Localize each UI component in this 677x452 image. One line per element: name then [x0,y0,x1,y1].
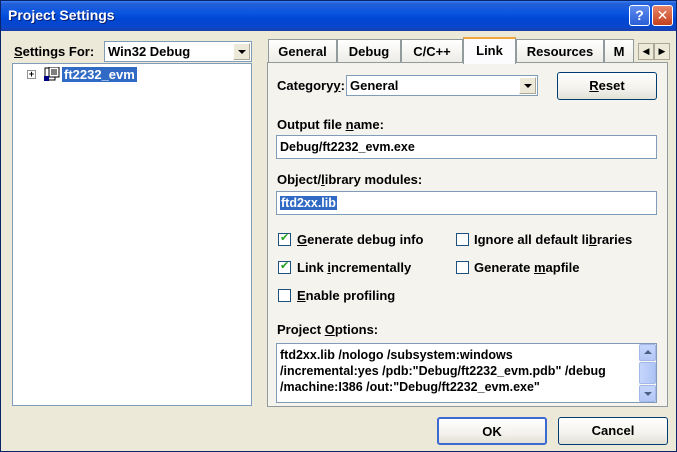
tab-more[interactable]: M [604,39,634,63]
tree-node-ft2232-evm[interactable]: ft2232_evm [62,67,137,82]
project-options-label: Project Options: [277,322,379,337]
tab-general[interactable]: General [268,39,337,63]
settings-for-label: Settings For: [14,44,95,59]
generate-mapfile-checkbox[interactable] [456,261,469,274]
tab-cpp[interactable]: C/C++ [401,39,463,63]
scroll-up-icon[interactable] [639,344,656,361]
object-modules-label: Object/library modules: [277,172,423,187]
scroll-down-icon[interactable] [639,385,656,402]
enable-profiling-checkbox[interactable] [278,289,291,302]
tree-expander-icon[interactable]: + [27,70,36,79]
ok-button[interactable]: OK [437,417,547,445]
tab-scroll-right-icon[interactable]: ▶ [654,43,670,60]
tab-link[interactable]: Link [463,37,516,64]
enable-profiling-label[interactable]: Enable profiling [297,288,395,303]
project-options-text: ftd2xx.lib /nologo /subsystem:windows/in… [280,348,606,394]
chevron-down-icon[interactable] [233,43,250,60]
title-bar[interactable]: Project Settings ? ✕ [1,1,676,31]
generate-debug-info-label[interactable]: Generate debug info [297,232,423,247]
chevron-down-icon[interactable] [519,77,536,94]
close-button[interactable]: ✕ [652,5,673,26]
category-label: Categoryy: [277,78,345,93]
output-file-input[interactable]: Debug/ft2232_evm.exe [276,135,657,159]
link-incrementally-label[interactable]: Link incrementally [297,260,411,275]
generate-mapfile-label[interactable]: Generate mapfile [474,260,580,275]
project-settings-dialog: Project Settings ? ✕ Settings For: Win32… [0,0,677,452]
settings-for-value: Win32 Debug [108,44,191,59]
help-button[interactable]: ? [629,5,650,26]
project-options-textarea[interactable]: ftd2xx.lib /nologo /subsystem:windows/in… [276,343,657,403]
settings-for-combo[interactable]: Win32 Debug [104,41,252,62]
category-combo[interactable]: General [346,75,538,96]
output-file-label: Output file name: [277,117,384,132]
scroll-thumb[interactable] [639,362,656,384]
ignore-default-libraries-checkbox[interactable] [456,233,469,246]
project-options-scrollbar[interactable] [639,344,656,402]
project-tree[interactable]: + ft2232_evm [12,63,252,406]
project-icon [44,66,60,81]
tab-scroll-left-icon[interactable]: ◀ [638,43,654,60]
generate-debug-info-checkbox[interactable] [278,231,291,246]
reset-button[interactable]: Reset [557,72,657,100]
tab-resources[interactable]: Resources [516,39,604,63]
tab-debug[interactable]: Debug [337,39,401,63]
ignore-default-libraries-label[interactable]: Ignore all default libraries [474,232,632,247]
cancel-button[interactable]: Cancel [558,417,668,445]
window-title: Project Settings [8,7,115,23]
category-value: General [350,78,399,93]
object-modules-input[interactable]: ftd2xx.lib [276,191,657,215]
link-incrementally-checkbox[interactable] [278,259,291,274]
